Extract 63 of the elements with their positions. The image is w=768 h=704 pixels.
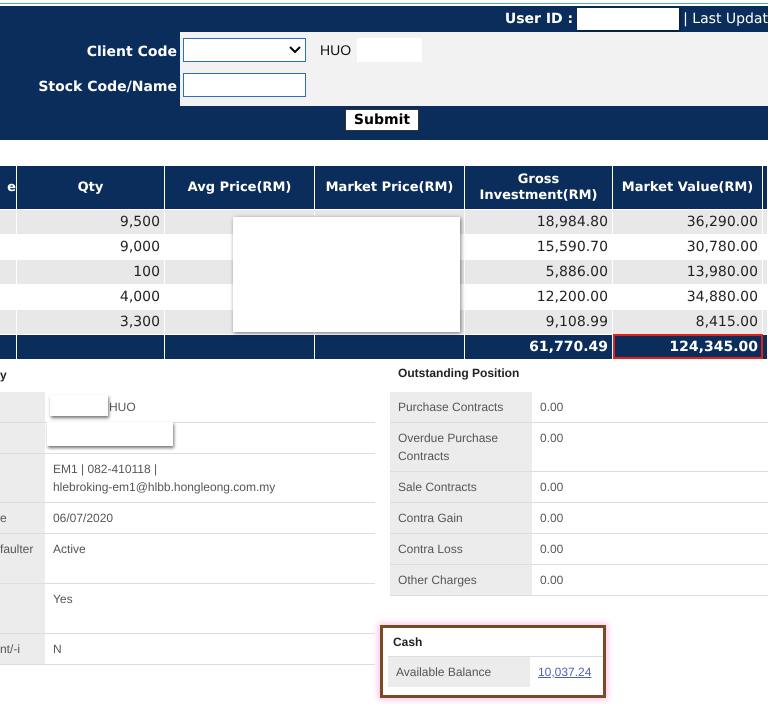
field-label: Overdue Purchase Contracts (390, 423, 532, 471)
table-cell: 9,500 (17, 209, 165, 234)
label-cell (0, 584, 45, 633)
column-header: Avg Price(RM) (165, 166, 315, 209)
user-id-label: User ID : (504, 11, 574, 27)
field-value: 0.00 (539, 510, 564, 527)
column-header: e (0, 166, 17, 209)
column-header: Market Price(RM) (315, 166, 465, 209)
total-cell: 61,770.49 (465, 334, 613, 359)
field-label: Purchase Contracts (390, 392, 532, 422)
field-value: 06/07/2020 (52, 510, 114, 527)
chevron-down-icon (289, 46, 301, 54)
balance-link[interactable]: 10,037.24 (538, 665, 592, 679)
field-value: Active (52, 541, 87, 558)
total-cell (0, 334, 17, 359)
table-cell: 9,108.99 (465, 309, 613, 334)
field-label: e (0, 503, 45, 533)
total-cell (763, 334, 768, 359)
submit-button[interactable]: Submit (344, 109, 420, 131)
table-cell: 18,984.80 (465, 209, 613, 234)
table-cell (0, 309, 17, 334)
contact-info: EM1 | 082-410118 | hlebroking-em1@hlbb.hongleong.com.my (52, 461, 276, 496)
table-cell: 36,290.00 (613, 209, 763, 234)
field-label: faulter (0, 534, 45, 583)
field-value: N (52, 641, 63, 658)
column-header: Qty (17, 166, 165, 209)
field-label: Stock Code/Name (38, 78, 177, 97)
section-title: y (0, 367, 8, 384)
table-cell (763, 309, 768, 334)
field-value: 0.00 (539, 541, 564, 558)
field-label: nt/-i (0, 634, 45, 664)
table-cell: 13,980.00 (613, 259, 763, 284)
table-cell: 5,886.00 (465, 259, 613, 284)
label-cell (0, 454, 45, 502)
field-value: 0.00 (539, 572, 564, 589)
table-cell (763, 209, 768, 234)
field-label: Client Code (86, 43, 177, 62)
field-value: 0.00 (539, 399, 564, 416)
table-cell: 3,300 (17, 309, 165, 334)
client-code-dropdown[interactable] (183, 38, 306, 62)
section-title: Cash (392, 634, 424, 651)
table-cell (0, 209, 17, 234)
field-label: Sale Contracts (390, 472, 532, 502)
field-value: 0.00 (539, 479, 564, 496)
column-header: Market Value(RM) (613, 166, 763, 209)
column-header (763, 166, 768, 209)
field-label: Available Balance (388, 657, 530, 687)
label-cell (0, 423, 45, 453)
last-update-label: | Last Updat (683, 11, 768, 27)
field-label: Contra Loss (390, 534, 532, 564)
table-cell: 8,415.00 (613, 309, 763, 334)
field-value: 0.00 (539, 430, 564, 447)
field-value: Yes (52, 591, 74, 608)
field-value: HUO (108, 399, 137, 416)
section-title: Outstanding Position (397, 365, 520, 382)
total-cell: 124,345.00 (613, 334, 763, 359)
field-label: Contra Gain (390, 503, 532, 533)
field-label: Other Charges (390, 565, 532, 595)
column-header: Gross Investment(RM) (465, 166, 613, 209)
label-cell (0, 392, 45, 422)
table-cell: 100 (17, 259, 165, 284)
client-name: HUO (320, 42, 352, 58)
stock-code-field[interactable] (183, 73, 306, 97)
